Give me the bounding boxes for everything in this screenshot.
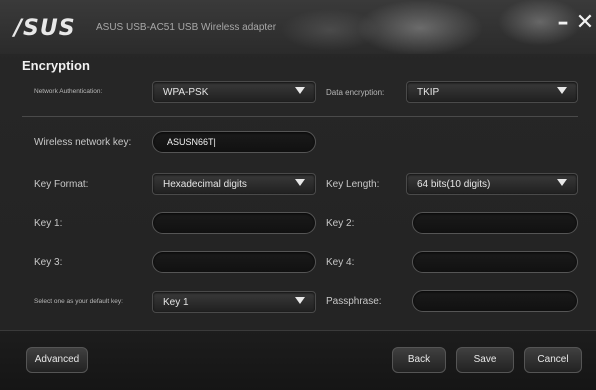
wireless-network-key-label: Wireless network key: (34, 137, 132, 148)
title-bar: /SUS ASUS USB-AC51 USB Wireless adapter … (0, 0, 596, 54)
key-length-value: 64 bits(10 digits) (417, 179, 491, 190)
key4-label: Key 4: (326, 257, 355, 268)
key2-field[interactable] (412, 212, 578, 234)
key-length-dropdown[interactable]: 64 bits(10 digits) (406, 173, 578, 195)
chevron-down-icon (295, 87, 305, 94)
key3-label: Key 3: (34, 257, 63, 268)
minimize-icon[interactable]: – (552, 12, 574, 34)
cancel-button[interactable]: Cancel (524, 347, 582, 373)
data-encryption-dropdown[interactable]: TKIP (406, 81, 578, 103)
wireless-network-key-value: ASUSN66T| (167, 137, 216, 147)
asus-logo: /SUS (14, 16, 76, 41)
key3-field[interactable] (152, 251, 316, 273)
divider (22, 116, 578, 117)
key-format-dropdown[interactable]: Hexadecimal digits (152, 173, 316, 195)
advanced-button[interactable]: Advanced (26, 347, 88, 373)
default-key-label: Select one as your default key: (34, 298, 123, 305)
wireless-adapter-window: /SUS ASUS USB-AC51 USB Wireless adapter … (0, 0, 596, 390)
save-button[interactable]: Save (456, 347, 514, 373)
section-title: Encryption (22, 58, 90, 73)
bottom-bar: Advanced Back Save Cancel (0, 330, 596, 390)
close-icon[interactable]: ✕ (574, 12, 596, 34)
network-authentication-value: WPA-PSK (163, 87, 209, 98)
back-button[interactable]: Back (392, 347, 446, 373)
key1-field[interactable] (152, 212, 316, 234)
key-length-label: Key Length: (326, 179, 380, 190)
data-encryption-label: Data encryption: (326, 88, 385, 97)
chevron-down-icon (557, 179, 567, 186)
data-encryption-value: TKIP (417, 87, 440, 98)
network-authentication-dropdown[interactable]: WPA-PSK (152, 81, 316, 103)
key1-label: Key 1: (34, 218, 63, 229)
passphrase-field[interactable] (412, 290, 578, 312)
default-key-dropdown[interactable]: Key 1 (152, 291, 316, 313)
key-format-label: Key Format: (34, 179, 89, 190)
key2-label: Key 2: (326, 218, 355, 229)
chevron-down-icon (557, 87, 567, 94)
wireless-network-key-field[interactable]: ASUSN66T| (152, 131, 316, 153)
passphrase-label: Passphrase: (326, 296, 382, 307)
chevron-down-icon (295, 179, 305, 186)
key-format-value: Hexadecimal digits (163, 179, 247, 190)
chevron-down-icon (295, 297, 305, 304)
window-title: ASUS USB-AC51 USB Wireless adapter (96, 22, 277, 33)
network-authentication-label: Network Authentication: (34, 88, 103, 95)
default-key-value: Key 1 (163, 297, 189, 308)
key4-field[interactable] (412, 251, 578, 273)
